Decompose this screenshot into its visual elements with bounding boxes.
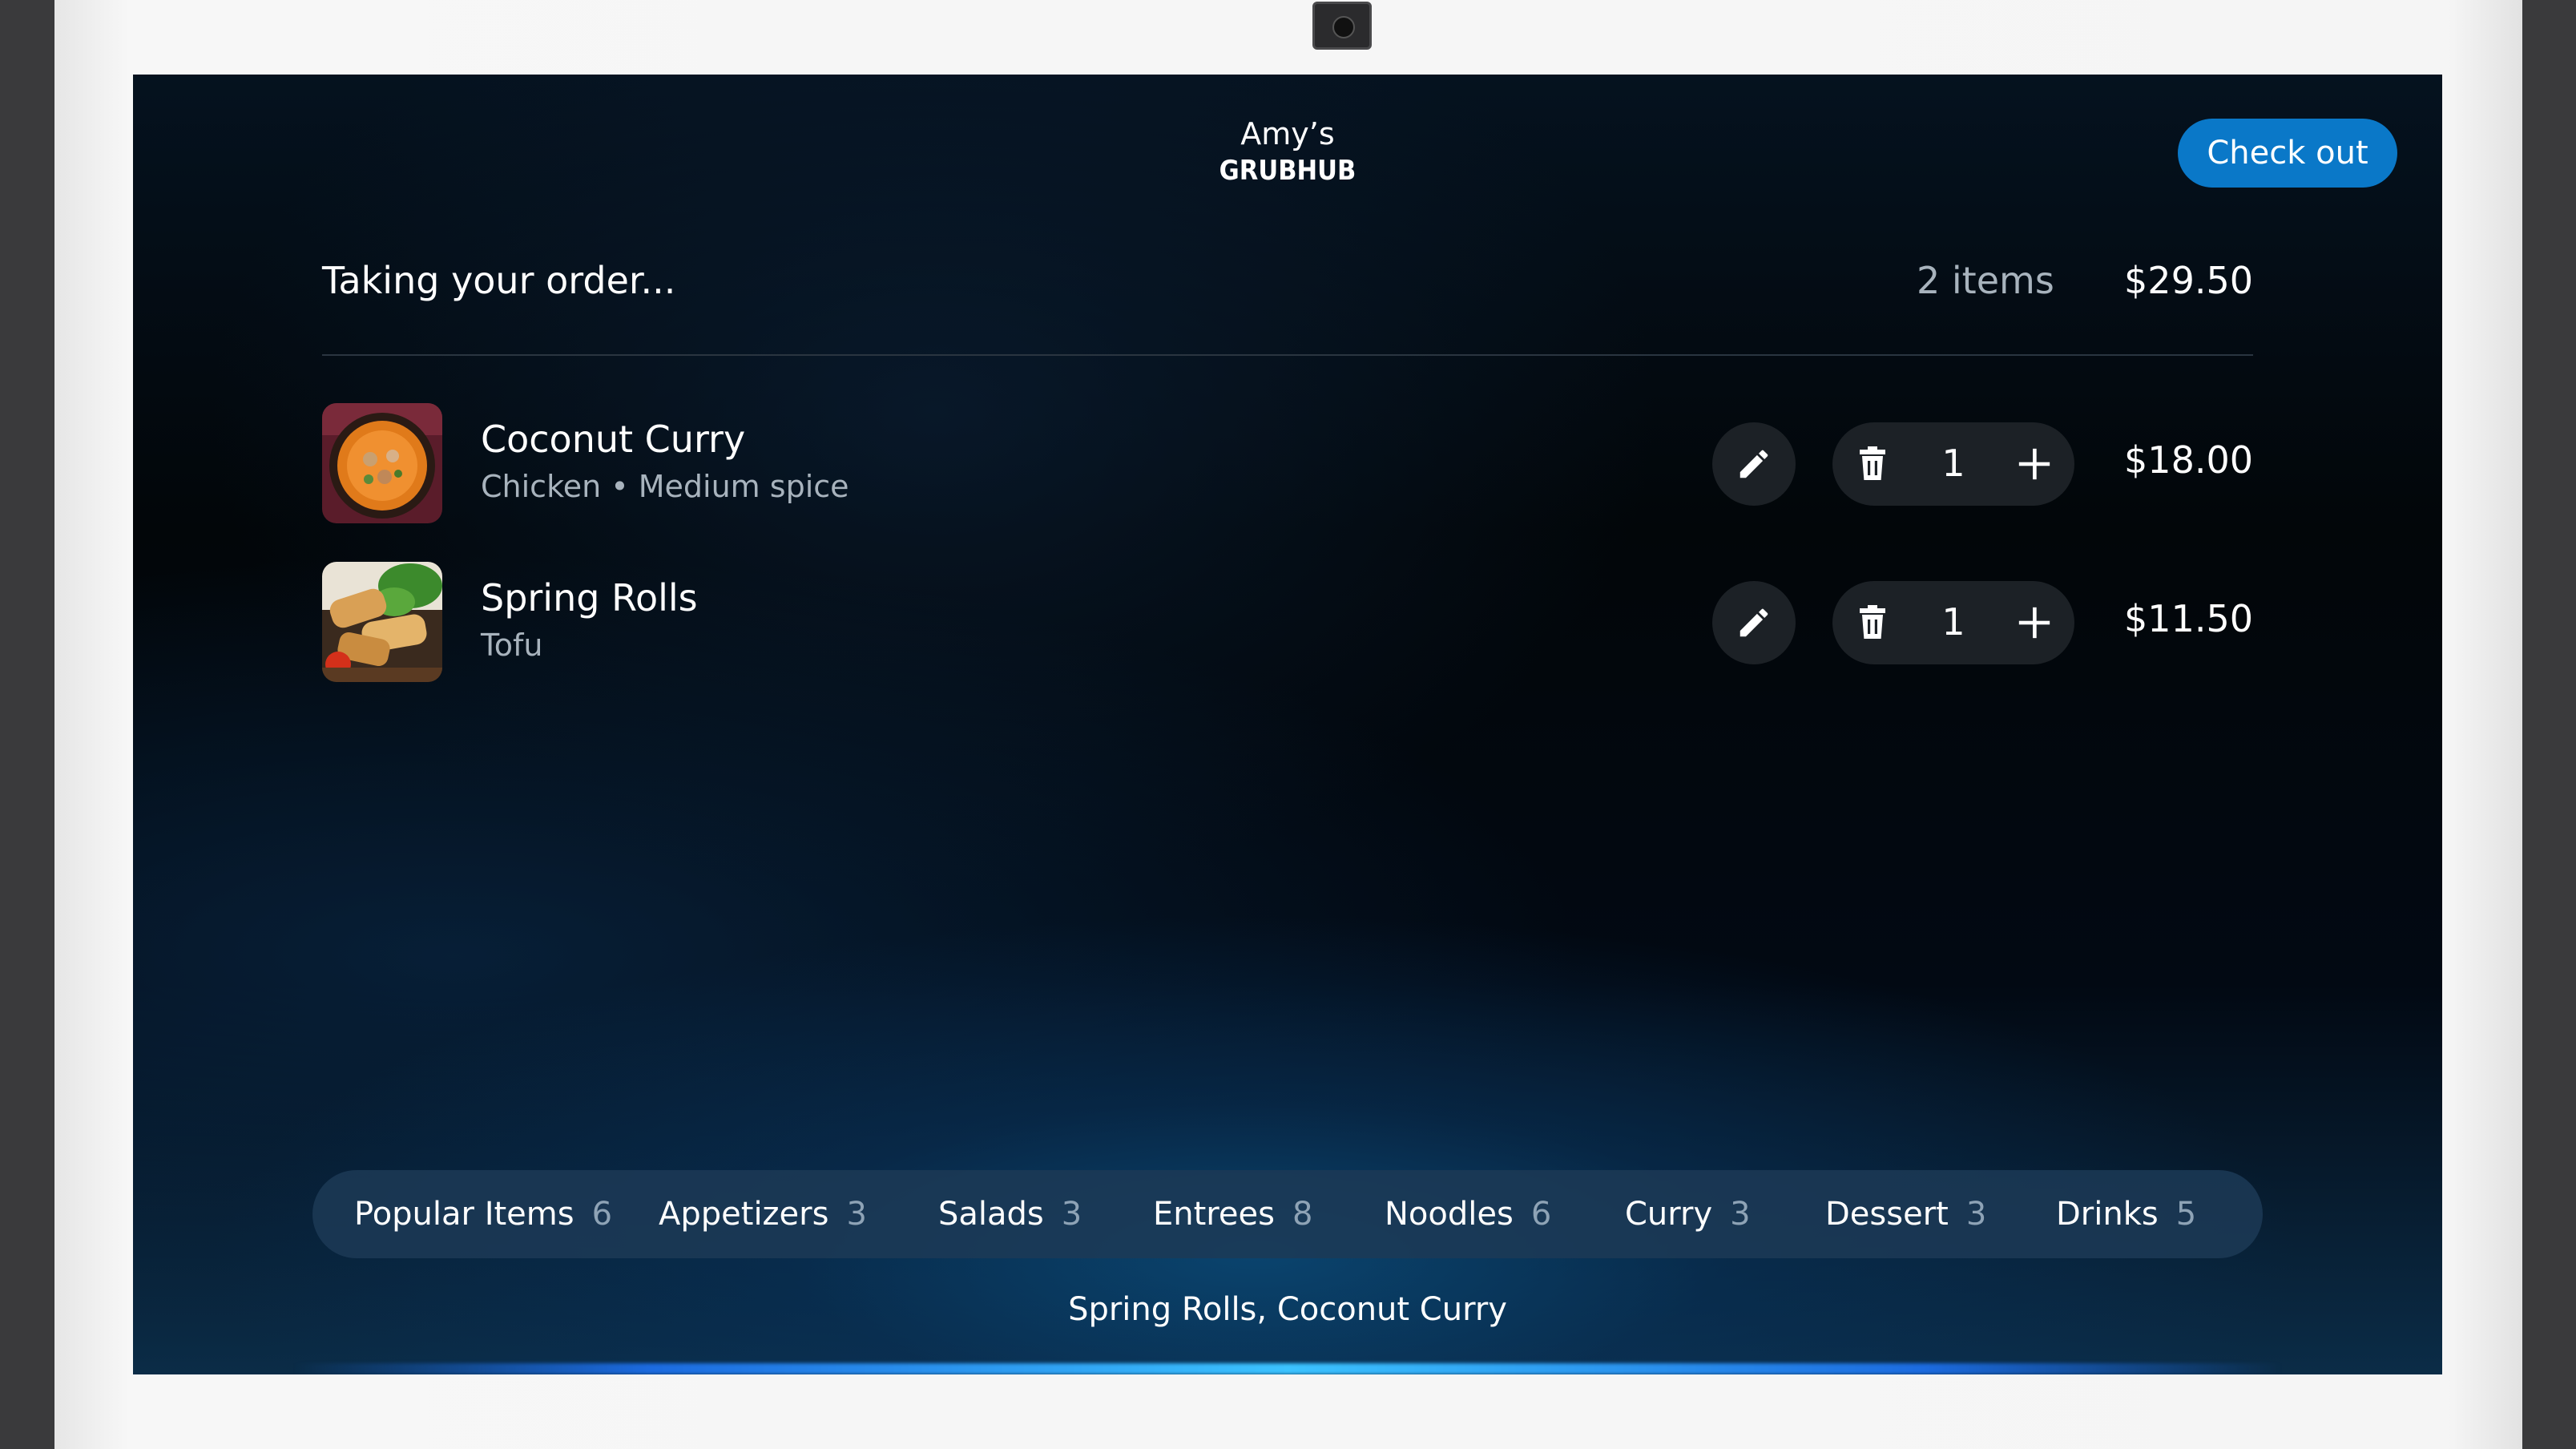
category-appetizers[interactable]: Appetizers 3 — [659, 1170, 867, 1258]
quantity-value: 1 — [1941, 442, 1965, 485]
category-label: Salads — [938, 1196, 1044, 1233]
grubhub-logo: GRUBHUB — [1219, 155, 1357, 187]
order-item: Spring Rolls Tofu 1 $11.50 — [322, 562, 2253, 682]
category-count: 6 — [1530, 1196, 1552, 1233]
order-total: $29.50 — [2124, 259, 2253, 302]
brand-header: Amy’s GRUBHUB — [1207, 116, 1368, 187]
restaurant-name: Amy’s — [1240, 116, 1335, 151]
edit-item-button[interactable] — [1712, 581, 1796, 664]
category-count: 8 — [1292, 1196, 1313, 1233]
category-dessert[interactable]: Dessert 3 — [1825, 1170, 1986, 1258]
category-count: 3 — [1965, 1196, 1987, 1233]
pencil-icon — [1740, 450, 1768, 478]
checkout-button[interactable]: Check out — [2178, 119, 2397, 188]
category-drinks[interactable]: Drinks 5 — [2056, 1170, 2196, 1258]
category-label: Appetizers — [659, 1196, 829, 1233]
category-count: 3 — [1730, 1196, 1751, 1233]
category-label: Drinks — [2056, 1196, 2159, 1233]
listening-indicator — [293, 1363, 2282, 1374]
category-label: Popular Items — [354, 1196, 574, 1233]
quantity-value: 1 — [1941, 600, 1965, 644]
delete-item-button[interactable] — [1832, 581, 1913, 664]
category-label: Dessert — [1825, 1196, 1949, 1233]
category-noodles[interactable]: Noodles 6 — [1385, 1170, 1551, 1258]
screen: Amy’s GRUBHUB Check out Taking your orde… — [133, 75, 2442, 1374]
camera-icon — [1312, 2, 1372, 50]
category-popular-items[interactable]: Popular Items 6 — [354, 1170, 612, 1258]
category-label: Curry — [1625, 1196, 1713, 1233]
category-entrees[interactable]: Entrees 8 — [1153, 1170, 1312, 1258]
trash-icon — [1860, 605, 1885, 639]
voice-utterance: Spring Rolls, Coconut Curry — [1068, 1291, 1507, 1328]
trash-icon — [1860, 446, 1885, 480]
item-name: Coconut Curry — [481, 418, 746, 461]
item-price: $11.50 — [2124, 597, 2253, 640]
category-label: Noodles — [1385, 1196, 1514, 1233]
increase-quantity-button[interactable] — [1994, 422, 2074, 506]
order-summary: Taking your order... 2 items $29.50 — [322, 259, 2253, 307]
category-bar: Popular Items 6 Appetizers 3 Salads 3 En… — [312, 1170, 2263, 1258]
category-count: 3 — [1061, 1196, 1082, 1233]
delete-item-button[interactable] — [1832, 422, 1913, 506]
pencil-icon — [1740, 608, 1768, 637]
quantity-stepper: 1 — [1832, 581, 2074, 664]
increase-quantity-button[interactable] — [1994, 581, 2074, 664]
order-item-count: 2 items — [1917, 259, 2054, 302]
category-curry[interactable]: Curry 3 — [1625, 1170, 1751, 1258]
coconut-curry-image — [322, 403, 442, 523]
plus-icon — [2018, 448, 2050, 480]
category-count: 5 — [2175, 1196, 2197, 1233]
quantity-stepper: 1 — [1832, 422, 2074, 506]
plus-icon — [2018, 607, 2050, 639]
order-status: Taking your order... — [322, 259, 676, 302]
item-price: $18.00 — [2124, 438, 2253, 482]
category-label: Entrees — [1153, 1196, 1275, 1233]
spring-rolls-image — [322, 562, 442, 682]
edit-item-button[interactable] — [1712, 422, 1796, 506]
item-description: Chicken • Medium spice — [481, 469, 849, 504]
divider — [322, 354, 2253, 356]
item-description: Tofu — [481, 628, 543, 663]
category-count: 6 — [591, 1196, 613, 1233]
category-salads[interactable]: Salads 3 — [938, 1170, 1082, 1258]
order-item: Coconut Curry Chicken • Medium spice 1 $… — [322, 403, 2253, 523]
category-count: 3 — [846, 1196, 867, 1233]
item-name: Spring Rolls — [481, 576, 698, 620]
